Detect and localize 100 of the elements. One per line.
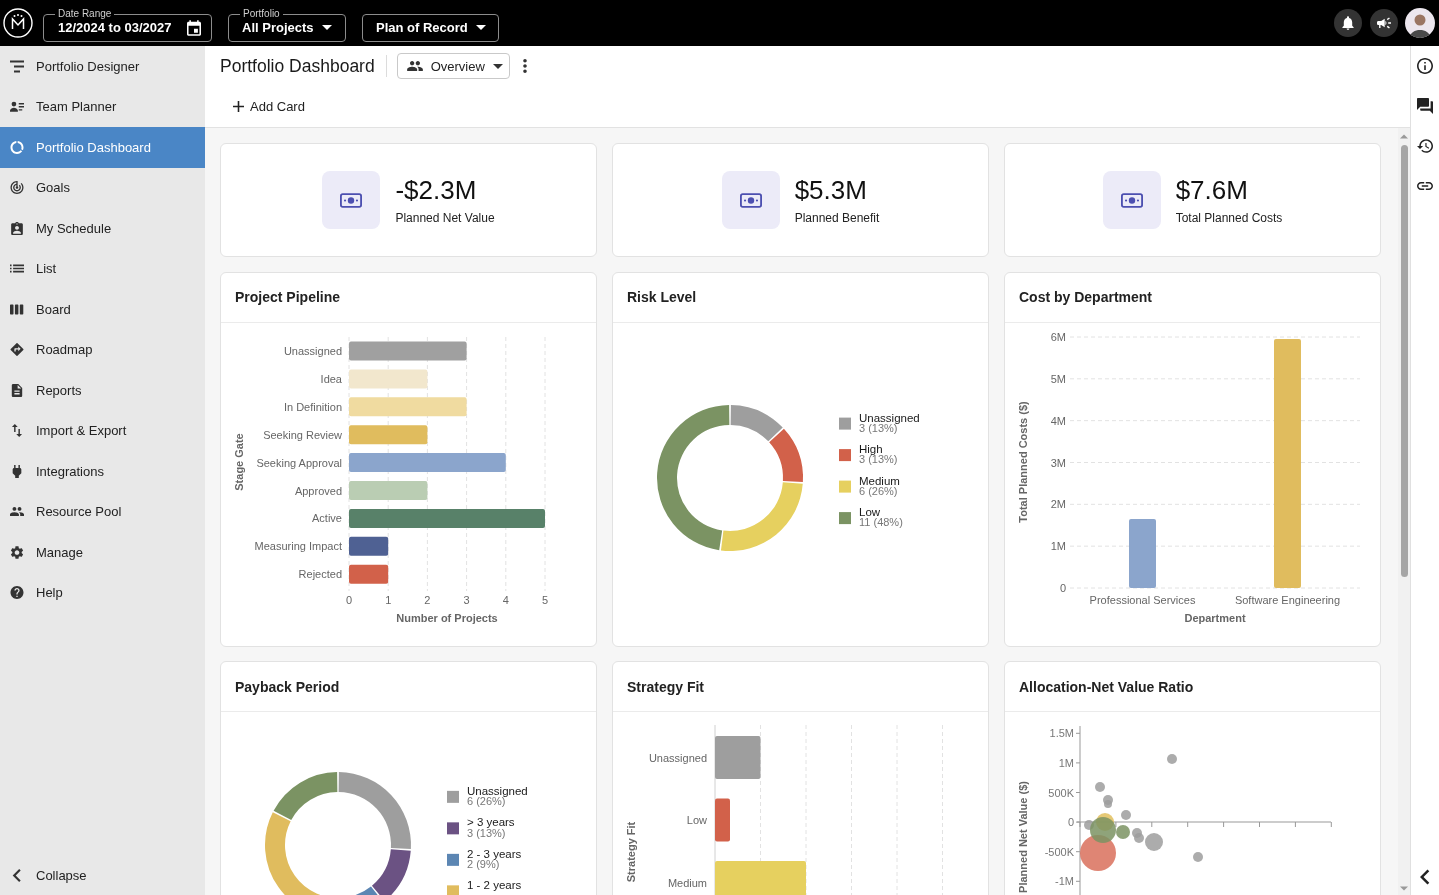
chevron-left-icon bbox=[10, 868, 24, 882]
legend-swatch-icon bbox=[447, 790, 459, 803]
legend-swatch-icon bbox=[839, 417, 851, 430]
settings-icon bbox=[10, 545, 24, 559]
logo-icon[interactable] bbox=[3, 8, 33, 38]
nav-item[interactable]: Goals bbox=[0, 167, 205, 208]
axis-tick-label: 4M bbox=[1050, 414, 1066, 427]
view-dropdown[interactable]: Overview bbox=[396, 53, 510, 79]
axis-tick-label: 6M bbox=[1050, 330, 1066, 343]
nav-item[interactable]: Import & Export bbox=[0, 410, 205, 451]
axis-title: Planned Net Value ($) bbox=[1017, 781, 1029, 893]
date-range-field[interactable]: Date Range 12/2024 to 03/2027 bbox=[43, 4, 212, 42]
axis-tick-label: 2 bbox=[424, 593, 431, 606]
legend-swatch-icon bbox=[839, 448, 851, 461]
category-label: Unassigned bbox=[283, 344, 342, 357]
nav-item[interactable]: List bbox=[0, 248, 205, 289]
plus-icon bbox=[233, 101, 244, 112]
category-label: Seeking Approval bbox=[256, 456, 342, 469]
axis-tick-label: 5 bbox=[541, 593, 549, 606]
megaphone-icon bbox=[1377, 16, 1391, 30]
chart-title: Project Pipeline bbox=[235, 289, 341, 305]
bell-icon bbox=[1341, 16, 1355, 30]
scenario-dropdown[interactable]: Plan of Record bbox=[362, 4, 499, 42]
legend-label: > 3 years bbox=[467, 816, 515, 829]
nav-item[interactable]: Manage bbox=[0, 532, 205, 573]
category-label: Idea bbox=[320, 372, 342, 385]
scrollbar-thumb[interactable] bbox=[1400, 145, 1408, 577]
legend-swatch-icon bbox=[447, 853, 459, 866]
axis-title: Number of Projects bbox=[396, 611, 498, 624]
category-label: Measuring Impact bbox=[254, 539, 342, 552]
legend-swatch-icon bbox=[447, 885, 459, 895]
nav-item[interactable]: Help bbox=[0, 572, 205, 613]
legend-swatch-icon bbox=[447, 822, 459, 835]
announcements-button[interactable] bbox=[1370, 9, 1398, 37]
axis-tick-label: 1 bbox=[385, 593, 392, 606]
axis-tick-label: 1M bbox=[1050, 539, 1066, 552]
legend-swatch-icon bbox=[839, 511, 851, 524]
document-icon bbox=[10, 383, 24, 397]
more-icon[interactable] bbox=[522, 59, 527, 73]
money-icon bbox=[721, 171, 780, 229]
kpi-label: Planned Net Value bbox=[395, 210, 495, 226]
legend-value: 6 (26%) bbox=[859, 484, 898, 497]
align-lines-icon bbox=[10, 59, 24, 73]
category-label: In Definition bbox=[283, 400, 342, 413]
axis-tick-label: 0 bbox=[1059, 581, 1066, 594]
info-icon[interactable] bbox=[1417, 58, 1433, 74]
legend-value: 11 (48%) bbox=[859, 515, 903, 528]
notifications-button[interactable] bbox=[1334, 9, 1362, 37]
category-label: Approved bbox=[294, 484, 342, 496]
up-down-arrows-icon bbox=[10, 424, 24, 438]
triangle-down-icon bbox=[1400, 886, 1408, 891]
avatar-icon[interactable] bbox=[1405, 8, 1435, 38]
nav-item[interactable]: My Schedule bbox=[0, 208, 205, 249]
axis-title: Total Planned Costs ($) bbox=[1017, 400, 1029, 523]
axis-title: Strategy Fit bbox=[625, 821, 637, 883]
axis-tick-label: 3 bbox=[463, 593, 470, 606]
triangle-up-icon bbox=[1400, 134, 1408, 139]
portfolio-dropdown[interactable]: Portfolio All Projects bbox=[228, 4, 346, 42]
axis-tick-label: 1M bbox=[1058, 756, 1074, 769]
kpi-value: -$2.3M bbox=[395, 174, 478, 205]
kpi-label: Planned Benefit bbox=[794, 210, 880, 226]
nav-item[interactable]: Board bbox=[0, 289, 205, 330]
bubble bbox=[1167, 754, 1177, 764]
nav-item[interactable]: Integrations bbox=[0, 451, 205, 492]
chart-title: Payback Period bbox=[235, 678, 340, 695]
bubble bbox=[1193, 852, 1203, 862]
target-icon bbox=[10, 181, 24, 195]
calendar-icon bbox=[187, 19, 201, 36]
axis-tick-label: -1M bbox=[1055, 875, 1074, 888]
legend-swatch-icon bbox=[839, 480, 851, 493]
chevron-left-icon[interactable] bbox=[1420, 869, 1430, 885]
scrollbar[interactable] bbox=[1398, 128, 1410, 895]
person-list-icon bbox=[10, 100, 24, 114]
chart-title: Strategy Fit bbox=[627, 678, 704, 695]
legend-label: 2 - 3 years bbox=[467, 847, 522, 860]
nav-item[interactable]: Reports bbox=[0, 370, 205, 411]
axis-tick-label: 0 bbox=[1067, 816, 1074, 829]
category-label: Unassigned bbox=[648, 751, 707, 764]
legend-label: 1 - 2 years bbox=[467, 879, 522, 892]
kpi-value: $7.6M bbox=[1175, 174, 1249, 205]
chat-icon[interactable] bbox=[1417, 98, 1433, 114]
axis-tick-label: 4 bbox=[502, 593, 509, 606]
legend-label: Unassigned bbox=[467, 784, 528, 797]
axis-title: Department bbox=[1184, 611, 1246, 624]
axis-tick-label: 500K bbox=[1048, 786, 1074, 799]
nav-item[interactable]: Roadmap bbox=[0, 329, 205, 370]
history-icon[interactable] bbox=[1417, 138, 1433, 154]
kpi-label: Total Planned Costs bbox=[1175, 210, 1283, 226]
category-label: Low bbox=[686, 814, 707, 826]
help-icon bbox=[10, 586, 24, 600]
people-icon bbox=[406, 61, 423, 71]
nav-item[interactable]: Portfolio Dashboard bbox=[0, 127, 205, 168]
columns-icon bbox=[10, 302, 24, 316]
collapse-button[interactable]: Collapse bbox=[0, 855, 205, 895]
add-card-button[interactable]: Add Card bbox=[228, 95, 310, 118]
category-label: Medium bbox=[667, 876, 707, 889]
nav-item[interactable]: Team Planner bbox=[0, 86, 205, 127]
nav-item[interactable]: Portfolio Designer bbox=[0, 46, 205, 87]
nav-item[interactable]: Resource Pool bbox=[0, 491, 205, 532]
donut-chart-icon bbox=[10, 140, 24, 154]
